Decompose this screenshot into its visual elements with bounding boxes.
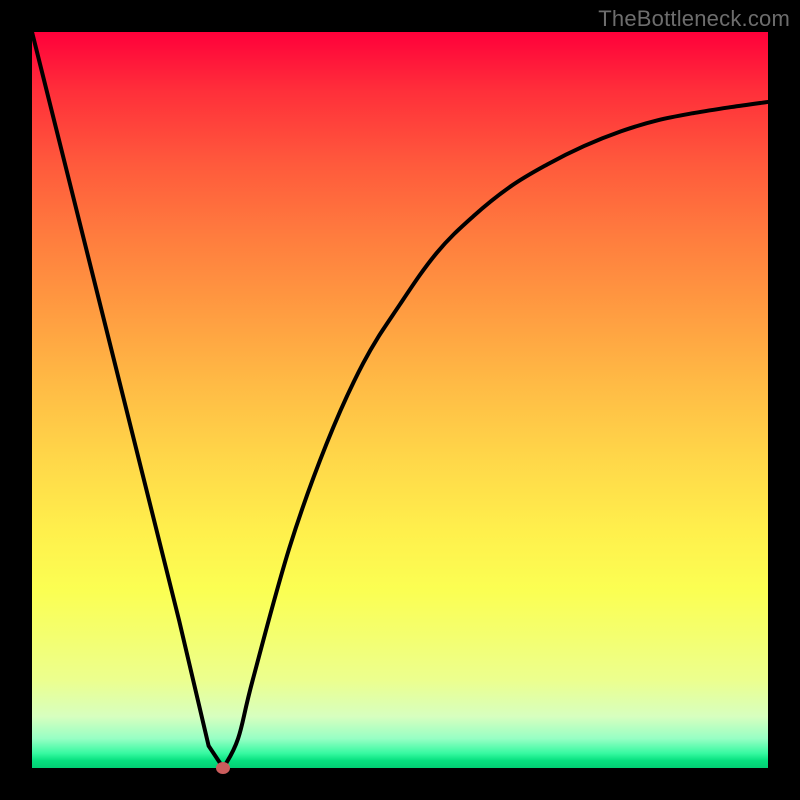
- chart-frame: TheBottleneck.com: [0, 0, 800, 800]
- curve-svg: [32, 32, 768, 768]
- bottleneck-curve: [32, 32, 768, 768]
- optimal-point-marker: [216, 762, 230, 774]
- watermark-text: TheBottleneck.com: [598, 6, 790, 32]
- plot-area: [32, 32, 768, 768]
